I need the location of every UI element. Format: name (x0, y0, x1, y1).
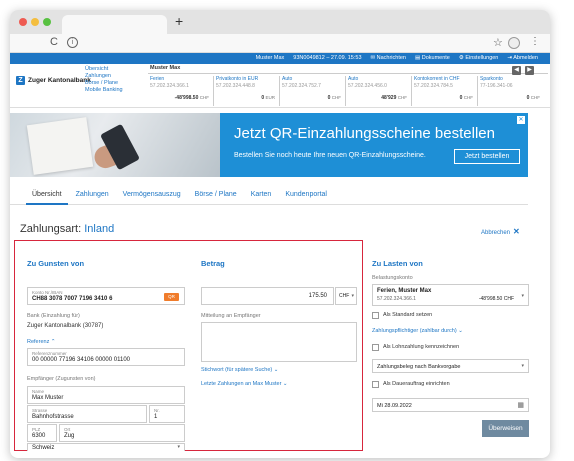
sidenav-item-mobile[interactable]: Mobile Banking (85, 87, 123, 94)
account-card[interactable]: Privatkonto in EUR 57.202.324.448.8 0 EU… (216, 76, 280, 106)
bank-top-strip: Muster Max 93N0049812 – 27.09. 15:53 ✉ N… (10, 53, 550, 64)
browser-tabbar: + (10, 10, 550, 34)
maximize-window-button[interactable] (43, 18, 51, 26)
banner-paper-graphic (26, 117, 94, 175)
header-session: 93N0049812 – 27.09. 15:53 (293, 55, 362, 61)
account-card[interactable]: Auto 57.202.324.456.0 48'929 CHF (348, 76, 412, 106)
standing-order-label: Als Dauerauftrag einrichten (383, 381, 450, 387)
account-bar: Z Zuger Kantonalbank Übersicht Zahlungen… (10, 64, 550, 108)
submit-transfer-button[interactable]: Überweisen (482, 420, 529, 437)
reference-toggle[interactable]: Referenz ⌃ (27, 339, 55, 345)
salary-label: Als Lohnzahlung kennzeichnen (383, 344, 460, 350)
chevron-down-icon: ▾ (351, 293, 354, 299)
browser-menu-icon[interactable]: ⋮ (530, 36, 540, 47)
payer-toggle[interactable]: Zahlungspflichtiger (zahlbar durch) ⌄ (372, 328, 463, 334)
reference-field[interactable]: Referenznummer 00 00000 77196 34106 0000… (27, 348, 185, 366)
account-card[interactable]: Auto 57.202.324.752.7 0 CHF (282, 76, 346, 106)
keyword-toggle[interactable]: Stichwort (für spätere Suche) ⌄ (201, 367, 278, 373)
minimize-window-button[interactable] (31, 18, 39, 26)
order-now-button[interactable]: Jetzt bestellen (454, 149, 520, 164)
sidenav-item-payments[interactable]: Zahlungen (85, 73, 123, 80)
standing-order-checkbox[interactable] (372, 381, 379, 388)
message-label: Mitteilung an Empfänger (201, 313, 261, 319)
bank-logo[interactable]: Z Zuger Kantonalbank (16, 76, 91, 85)
debit-account-select[interactable]: Ferien, Muster Max 57.202.324.366.1 -48'… (372, 284, 529, 306)
account-card[interactable]: Sparkonto 77-196.341-06 0 CHF (480, 76, 544, 106)
document-select[interactable]: Zahlungsbeleg nach Bankvorgabe ▾ (372, 359, 529, 373)
name-field[interactable]: Name Max Muster (27, 386, 185, 404)
info-icon[interactable]: i (67, 37, 78, 48)
cancel-button[interactable]: Abbrechen ✕ (481, 227, 520, 236)
zip-field[interactable]: PLZ 6300 (27, 424, 57, 442)
last-payments-toggle[interactable]: Letzte Zahlungen an Max Muster ⌄ (201, 381, 288, 387)
message-textarea[interactable] (201, 322, 357, 362)
chevron-down-icon: ▾ (521, 363, 524, 369)
tab-overview[interactable]: Übersicht (26, 183, 68, 205)
bank-logo-icon: Z (16, 76, 25, 85)
favor-heading: Zu Gunsten von (27, 259, 85, 268)
header-link-messages[interactable]: ✉ Nachrichten (371, 55, 407, 61)
tab-payments[interactable]: Zahlungen (70, 183, 115, 205)
address-bar[interactable]: C i ☆ ⋮ (10, 34, 550, 53)
tab-assets[interactable]: Vermögensauszug (117, 183, 187, 205)
banner-image (10, 113, 220, 177)
bank-value: Zuger Kantonalbank (30787) (27, 323, 104, 329)
qr-promo-banner: Jetzt QR-Einzahlungsscheine bestellen Be… (10, 113, 528, 177)
calendar-icon: ▦ (517, 402, 524, 409)
header-link-logout[interactable]: ⇥ Abmelden (507, 55, 538, 61)
close-icon: ✕ (513, 227, 520, 236)
accounts-next-button[interactable]: ▶ (525, 66, 534, 75)
close-icon[interactable]: ✕ (517, 116, 525, 124)
bookmark-star-icon[interactable]: ☆ (493, 36, 503, 49)
reload-icon[interactable]: C (50, 36, 58, 48)
qr-badge[interactable]: QR (164, 293, 179, 301)
tab-portal[interactable]: Kundenportal (279, 183, 333, 205)
iban-field[interactable]: Konto Nr./IBAN CH88 3078 7007 7196 3410 … (27, 287, 185, 305)
browser-tab[interactable] (62, 15, 167, 34)
street-number-field[interactable]: Nr. 1 (149, 405, 185, 423)
chevron-down-icon: ▾ (177, 444, 180, 450)
debit-heading: Zu Lasten von (372, 259, 423, 268)
account-owner: Muster Max (148, 65, 548, 74)
chevron-down-icon: ▾ (521, 293, 524, 299)
banner-title: Jetzt QR-Einzahlungsscheine bestellen (234, 125, 495, 142)
banner-text: Bestellen Sie noch heute Ihre neuen QR-E… (234, 152, 426, 159)
close-window-button[interactable] (19, 18, 27, 26)
header-link-settings[interactable]: ⚙ Einstellungen (459, 55, 499, 61)
bank-label: Bank (Einzahlung für) (27, 313, 80, 319)
tab-stock[interactable]: Börse / Plane (189, 183, 243, 205)
header-user: Muster Max (255, 55, 285, 61)
tab-cards[interactable]: Karten (245, 183, 278, 205)
side-nav: Übersicht Zahlungen Börse / Plane Mobile… (85, 66, 123, 94)
page-title: Zahlungsart: Inland (20, 223, 115, 235)
amount-heading: Betrag (201, 259, 225, 268)
recipient-label: Empfänger (Zugunsten von) (27, 376, 96, 382)
account-card[interactable]: Ferien 57.202.324.366.1 -48'998.50 CHF (150, 76, 214, 106)
sidenav-item-stock[interactable]: Börse / Plane (85, 80, 123, 87)
salary-checkbox[interactable] (372, 344, 379, 351)
accounts-prev-button[interactable]: ◀ (512, 66, 521, 75)
account-card[interactable]: Kontokorrent in CHF 57.202.324.784.5 0 C… (414, 76, 478, 106)
date-field[interactable]: Mi 28.09.2022 ▦ (372, 398, 529, 412)
country-select[interactable]: Schweiz ▾ (27, 443, 185, 451)
standard-label: Als Standard setzen (383, 312, 433, 318)
profile-icon[interactable] (508, 37, 520, 49)
sidenav-item-overview[interactable]: Übersicht (85, 66, 123, 73)
currency-select[interactable]: CHF ▾ (335, 287, 357, 305)
main-tabs: Übersicht Zahlungen Vermögensauszug Börs… (10, 183, 528, 205)
standard-checkbox[interactable] (372, 312, 379, 319)
debit-account-label: Belastungskonto (372, 275, 413, 281)
city-field[interactable]: Ort Zug (59, 424, 185, 442)
street-field[interactable]: Strasse Bahnhofstrasse (27, 405, 147, 423)
header-link-documents[interactable]: ▤ Dokumente (415, 55, 450, 61)
bank-logo-text: Zuger Kantonalbank (28, 77, 91, 84)
amount-input[interactable]: 175.50 (201, 287, 334, 305)
new-tab-button[interactable]: + (175, 13, 183, 29)
